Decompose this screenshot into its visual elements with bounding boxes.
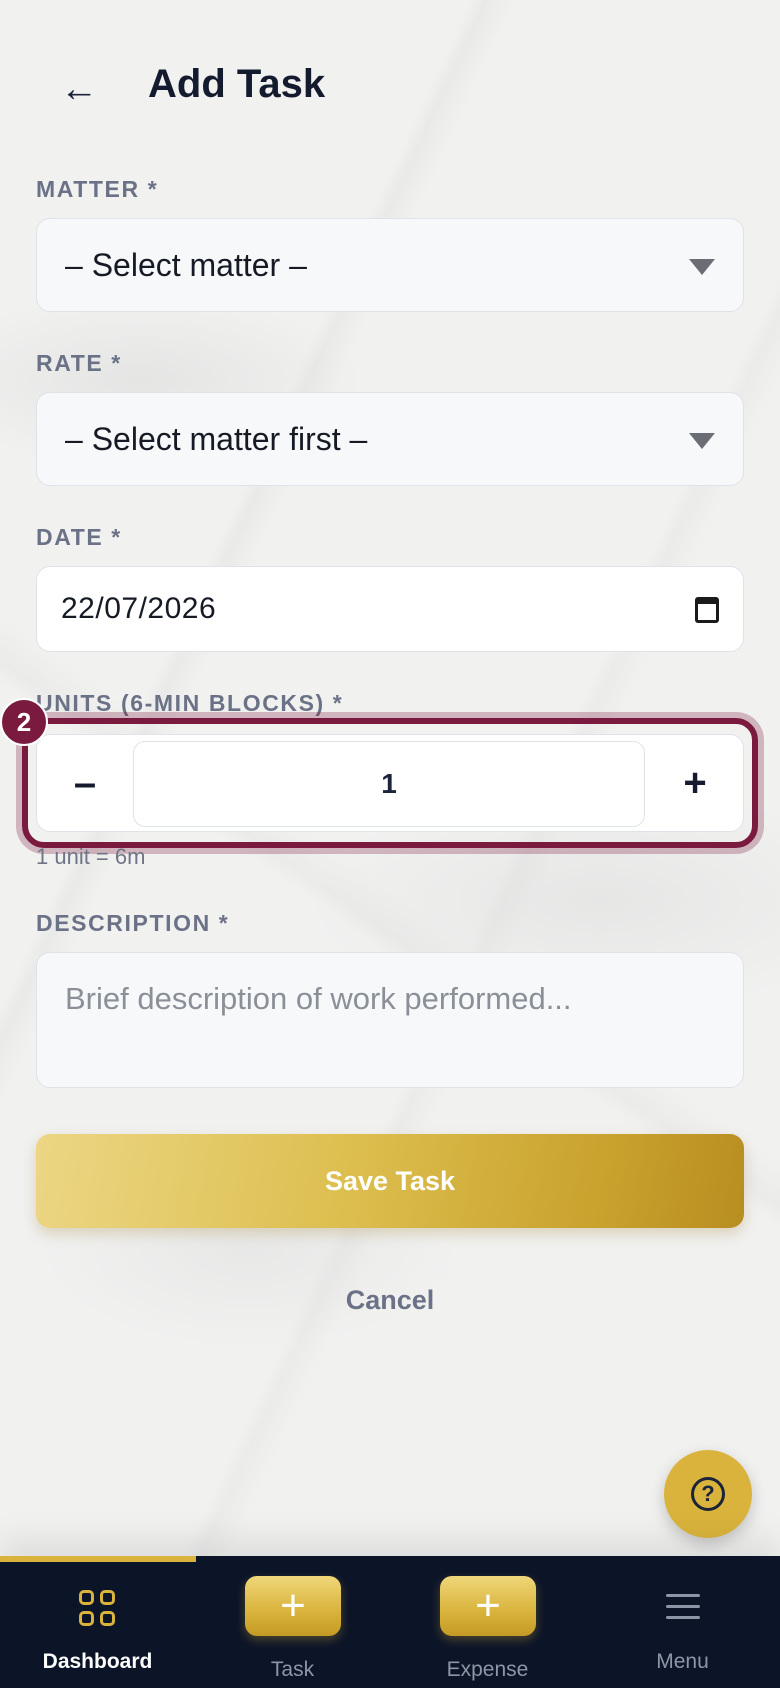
matter-label: MATTER * — [36, 176, 159, 202]
units-stepper: – 1 + — [36, 734, 744, 832]
increment-button[interactable]: + — [647, 735, 743, 831]
units-input[interactable]: 1 — [133, 741, 645, 827]
caret-down-icon — [689, 433, 715, 449]
back-arrow-icon[interactable]: ← — [52, 62, 106, 116]
decrement-button[interactable]: – — [37, 735, 133, 831]
plus-icon: + — [440, 1576, 536, 1636]
cancel-button[interactable]: Cancel — [290, 1278, 490, 1322]
units-hint: 1 unit = 6m — [36, 844, 146, 869]
plus-icon: + — [245, 1576, 341, 1636]
description-label: DESCRIPTION * — [36, 910, 230, 936]
nav-label-task: Task — [270, 1658, 315, 1681]
nav-label-menu: Menu — [656, 1650, 709, 1673]
bottom-nav: Dashboard + Task + Expense Menu — [0, 1556, 780, 1688]
description-textarea[interactable]: Brief description of work performed... — [36, 952, 744, 1088]
nav-item-task[interactable]: + Task — [195, 1556, 390, 1688]
nav-label-expense: Expense — [446, 1658, 529, 1681]
header: ← Add Task — [0, 44, 780, 134]
step-badge: 2 — [0, 698, 48, 746]
nav-item-menu[interactable]: Menu — [585, 1556, 780, 1688]
grid-icon — [79, 1590, 115, 1626]
nav-item-dashboard[interactable]: Dashboard — [0, 1556, 195, 1688]
caret-down-icon — [689, 259, 715, 275]
calendar-icon[interactable] — [695, 597, 719, 623]
date-value: 22/07/2026 — [61, 592, 217, 625]
rate-select[interactable]: – Select matter first – — [36, 392, 744, 486]
date-label: DATE * — [36, 524, 122, 550]
menu-icon — [666, 1594, 700, 1620]
nav-label-dashboard: Dashboard — [42, 1650, 153, 1673]
help-button[interactable]: ? — [664, 1450, 752, 1538]
date-input[interactable]: 22/07/2026 — [36, 566, 744, 652]
rate-label: RATE * — [36, 350, 122, 376]
units-label: UNITS (6-MIN BLOCKS) * — [36, 690, 344, 716]
matter-select[interactable]: – Select matter – — [36, 218, 744, 312]
question-icon: ? — [691, 1477, 725, 1511]
page-title: Add Task — [148, 62, 326, 106]
rate-select-value: – Select matter first – — [65, 420, 368, 457]
nav-item-expense[interactable]: + Expense — [390, 1556, 585, 1688]
save-task-button[interactable]: Save Task — [36, 1134, 744, 1228]
matter-select-value: – Select matter – — [65, 246, 307, 283]
